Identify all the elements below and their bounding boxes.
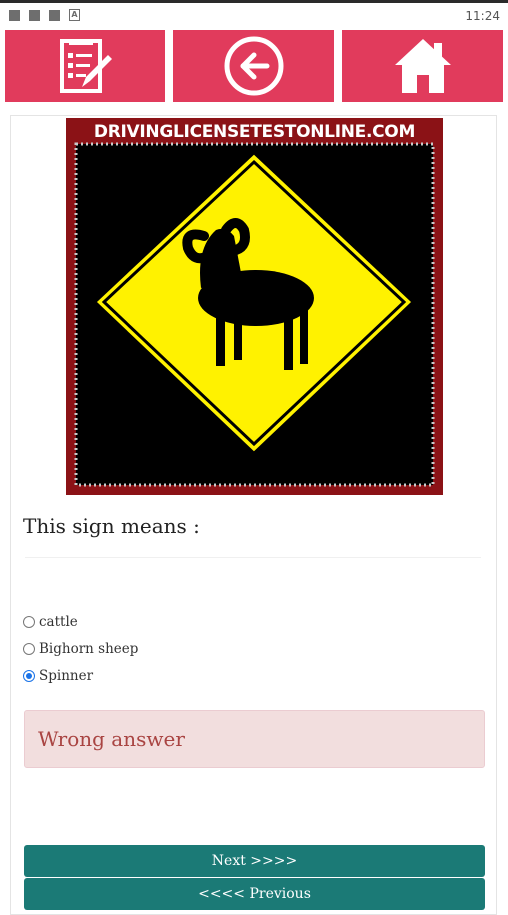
quiz-list-button[interactable]	[5, 30, 165, 102]
status-bar: A 11:24	[0, 0, 508, 28]
toolbar	[5, 30, 503, 102]
option-bighorn-sheep[interactable]: Bighorn sheep	[23, 641, 138, 657]
option-cattle[interactable]: cattle	[23, 614, 78, 630]
back-button[interactable]	[173, 30, 334, 102]
sign-image: DRIVINGLICENSETESTONLINE.COM	[66, 118, 443, 495]
notification-icon	[29, 10, 40, 21]
back-arrow-icon	[224, 36, 283, 96]
result-alert: Wrong answer	[24, 710, 485, 768]
previous-button[interactable]: <<<< Previous	[24, 878, 485, 910]
notification-icon	[49, 10, 60, 21]
home-button[interactable]	[342, 30, 503, 102]
sign-watermark: DRIVINGLICENSETESTONLINE.COM	[93, 122, 416, 142]
next-button[interactable]: Next >>>>	[24, 845, 485, 877]
accessibility-icon: A	[69, 9, 80, 21]
divider	[25, 557, 481, 558]
radio-button[interactable]	[23, 616, 35, 628]
radio-button-selected[interactable]	[23, 670, 35, 682]
status-time: 11:24	[465, 9, 500, 23]
option-label: cattle	[39, 614, 78, 630]
option-spinner[interactable]: Spinner	[23, 668, 93, 684]
notification-icon	[9, 10, 20, 21]
option-label: Bighorn sheep	[39, 641, 139, 657]
question-text: This sign means :	[23, 514, 200, 538]
option-label: Spinner	[39, 668, 94, 684]
question-card: DRIVINGLICENSETESTONLINE.COM This sign m…	[10, 115, 497, 915]
radio-button[interactable]	[23, 643, 35, 655]
home-icon	[394, 39, 451, 93]
quiz-list-icon	[60, 39, 112, 93]
